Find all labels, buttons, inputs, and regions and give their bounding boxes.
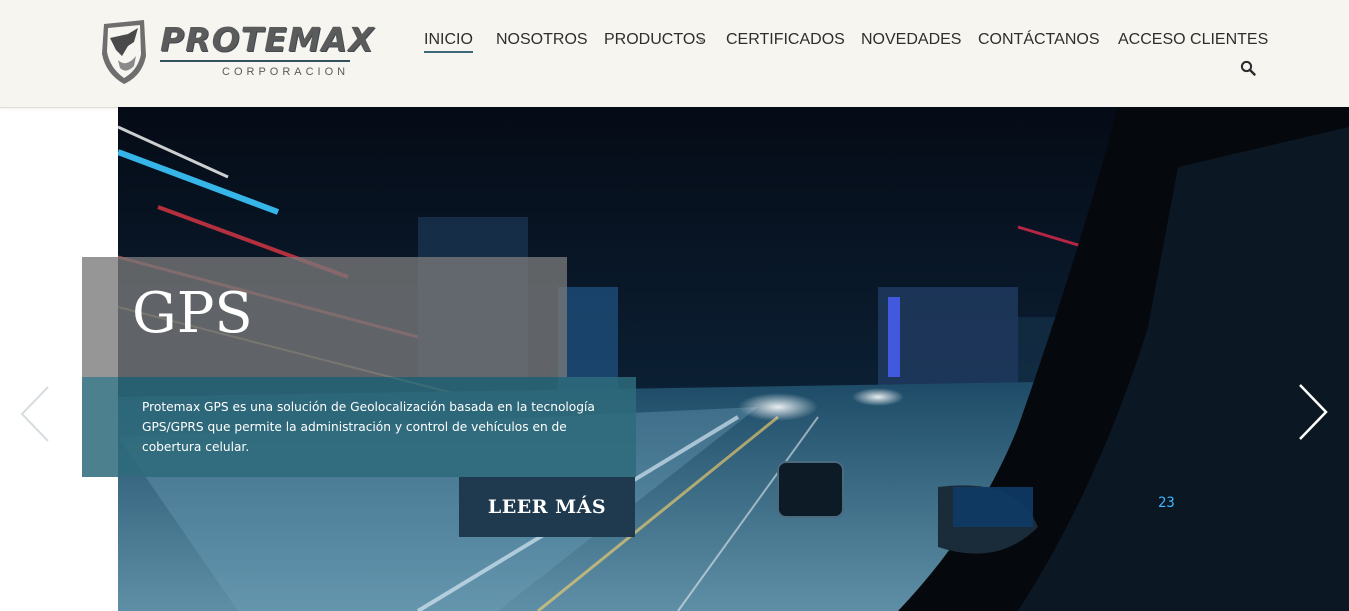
read-more-button[interactable]: LEER MÁS <box>459 477 635 537</box>
site-header: PROTEMAX CORPORACION INICIO NOSOTROS PRO… <box>0 0 1349 108</box>
nav-item-productos[interactable]: PRODUCTOS <box>604 31 706 49</box>
search-icon[interactable] <box>1240 60 1256 76</box>
slide-title-box: GPS <box>82 257 567 377</box>
slide-description: Protemax GPS es una solución de Geolocal… <box>142 400 595 454</box>
main-nav: INICIO NOSOTROS PRODUCTOS CERTIFICADOS N… <box>0 31 1349 55</box>
nav-item-acceso-clientes[interactable]: ACCESO CLIENTES <box>1118 31 1268 49</box>
svg-text:23: 23 <box>1158 495 1175 511</box>
chevron-down-icon[interactable] <box>698 37 705 44</box>
nav-item-nosotros[interactable]: NOSOTROS <box>496 31 588 49</box>
chevron-right-icon[interactable] <box>1296 383 1330 441</box>
slide-description-box: Protemax GPS es una solución de Geolocal… <box>82 377 636 477</box>
chevron-left-icon[interactable] <box>18 385 52 443</box>
nav-item-inicio[interactable]: INICIO <box>424 31 473 53</box>
nav-item-novedades[interactable]: NOVEDADES <box>861 31 961 49</box>
nav-item-certificados[interactable]: CERTIFICADOS <box>726 31 845 49</box>
nav-item-contactanos[interactable]: CONTÁCTANOS <box>978 31 1099 49</box>
brand-subtitle: CORPORACION <box>222 66 350 78</box>
brand-underline <box>160 60 350 62</box>
slide-title: GPS <box>132 281 253 346</box>
